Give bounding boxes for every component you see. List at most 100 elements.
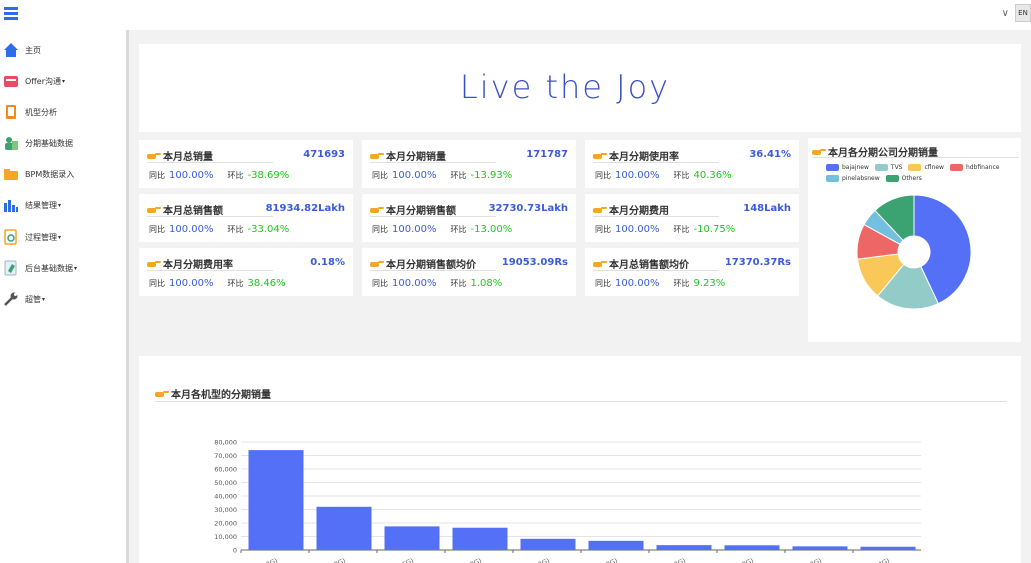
sidebar-item-2[interactable]: 机型分析: [0, 100, 126, 124]
bar[interactable]: [792, 546, 848, 550]
stat-card-comparison: 同比 100.00% 环比 1.08%: [372, 278, 502, 289]
stat-card: 本月分期费用 148Lakh 同比 100.00% 环比 -10.75%: [585, 194, 799, 242]
search-doc-icon: [3, 229, 19, 245]
sidebar-item-3[interactable]: 分期基础数据: [0, 131, 126, 155]
stat-card-title: 本月分期费用率: [147, 256, 233, 271]
wrench-icon: [3, 291, 19, 307]
stat-card-comparison: 同比 100.00% 环比 -10.75%: [595, 224, 735, 235]
mom-value: 9.23%: [693, 278, 726, 289]
sidebar-item-1[interactable]: Offer沟通 ▾: [0, 69, 126, 93]
sidebar-item-label: Offer沟通: [25, 76, 62, 86]
mom-label: 环比: [227, 225, 244, 234]
pie-chart: [856, 194, 972, 310]
y-tick-label: 50,000: [214, 479, 237, 487]
stat-card: 本月总销量 471693 同比 100.00% 环比 -38.69%: [139, 140, 353, 188]
language-switch[interactable]: EN: [1015, 4, 1031, 22]
yoy-label: 同比: [595, 279, 611, 288]
bar[interactable]: [452, 527, 508, 550]
stat-card-title: 本月分期费用: [593, 202, 669, 217]
stat-card-title-text: 本月分期使用率: [609, 152, 679, 163]
yoy-value: 100.00%: [615, 278, 660, 289]
divider: [370, 162, 496, 163]
stat-card-title-text: 本月总销售额: [163, 206, 223, 217]
bar[interactable]: [248, 450, 304, 550]
x-tick-label: 128G): [597, 557, 618, 563]
stat-card-title: 本月分期销量: [370, 148, 446, 163]
x-tick-label: 256G): [393, 557, 414, 563]
yoy-label: 同比: [372, 225, 388, 234]
bar-chart-icon: [3, 197, 19, 213]
mom-label: 环比: [227, 279, 244, 288]
stat-card: 本月总销售额 81934.82Lakh 同比 100.00% 环比 -33.04…: [139, 194, 353, 242]
x-tick-label: 128G): [529, 557, 550, 563]
mom-value: 38.46%: [247, 278, 286, 289]
stat-card-comparison: 同比 100.00% 环比 -33.04%: [149, 224, 289, 235]
divider: [370, 270, 496, 271]
stat-card-title: 本月分期销售额均价: [370, 256, 476, 271]
sidebar-item-5[interactable]: 结果管理 ▾: [0, 193, 126, 217]
sidebar-item-label: 主页: [25, 45, 41, 55]
y-tick-label: 30,000: [214, 506, 237, 514]
pointing-hand-icon: [593, 260, 607, 268]
pointing-hand-icon: [370, 152, 384, 160]
sidebar: 主页 Offer沟通 ▾ 机型分析 分期基础数据 BPM数据录入 结果管理 ▾ 过程管理 ▾ 后台基…: [0, 30, 126, 563]
x-tick-label: 128G): [801, 557, 822, 563]
caret-down-icon: ▾: [58, 201, 62, 209]
bar[interactable]: [724, 545, 780, 550]
yoy-label: 同比: [372, 279, 388, 288]
bar[interactable]: [384, 526, 440, 550]
stat-card-value: 148Lakh: [743, 203, 791, 214]
pointing-hand-icon: [147, 206, 161, 214]
sidebar-item-label: 后台基础数据: [25, 263, 73, 273]
caret-down-icon: ▾: [42, 295, 46, 303]
sidebar-divider: [126, 30, 129, 563]
divider: [593, 216, 719, 217]
stat-card-title: 本月总销售额均价: [593, 256, 689, 271]
sidebar-item-4[interactable]: BPM数据录入: [0, 162, 126, 186]
sidebar-item-7[interactable]: 后台基础数据 ▾: [0, 256, 126, 280]
y-tick-label: 80,000: [214, 439, 237, 447]
stat-card-value: 36.41%: [749, 149, 791, 160]
mom-label: 环比: [227, 171, 244, 180]
yoy-value: 100.00%: [169, 224, 214, 235]
bar[interactable]: [316, 506, 372, 550]
yoy-value: 100.00%: [392, 224, 437, 235]
divider: [370, 216, 496, 217]
pointing-hand-icon: [370, 260, 384, 268]
yoy-label: 同比: [149, 225, 165, 234]
sidebar-item-label: BPM数据录入: [25, 169, 75, 179]
x-tick-label: 64G): [873, 557, 891, 563]
banner: Live the Joy: [139, 44, 1021, 132]
chevron-down-icon[interactable]: ∨: [1002, 8, 1009, 19]
bar[interactable]: [860, 546, 916, 550]
stat-card-title-text: 本月分期费用率: [163, 260, 233, 271]
caret-down-icon: ▾: [74, 264, 78, 272]
x-tick-label: 128G): [665, 557, 686, 563]
x-tick-label: 128G): [733, 557, 754, 563]
sidebar-item-8[interactable]: 超管 ▾: [0, 287, 126, 311]
mom-label: 环比: [673, 225, 690, 234]
y-tick-label: 70,000: [214, 452, 237, 460]
stat-card-title: 本月总销售额: [147, 202, 223, 217]
stat-card-value: 32730.73Lakh: [488, 203, 568, 214]
stat-card-title-text: 本月分期费用: [609, 206, 669, 217]
pointing-hand-icon: [370, 206, 384, 214]
stat-card: 本月总销售额均价 17370.37Rs 同比 100.00% 环比 9.23%: [585, 248, 799, 296]
bar[interactable]: [656, 545, 712, 550]
sidebar-item-0[interactable]: 主页: [0, 38, 126, 62]
bar[interactable]: [588, 540, 644, 550]
pie-panel: 本月各分期公司分期销量 bajajnew TVS cflnew hdbfinance p…: [808, 138, 1021, 342]
user-data-icon: [3, 135, 19, 151]
yoy-value: 100.00%: [392, 170, 437, 181]
stat-card-value: 171787: [526, 149, 568, 160]
stat-card-title: 本月分期销售额: [370, 202, 456, 217]
bar[interactable]: [520, 538, 576, 550]
stat-card-value: 19053.09Rs: [501, 257, 568, 268]
mom-value: -33.04%: [247, 224, 290, 235]
menu-toggle-icon[interactable]: [4, 7, 18, 20]
yoy-value: 100.00%: [169, 170, 214, 181]
mom-label: 环比: [450, 279, 467, 288]
sidebar-item-6[interactable]: 过程管理 ▾: [0, 225, 126, 249]
stat-card-value: 81934.82Lakh: [265, 203, 345, 214]
yoy-label: 同比: [149, 279, 165, 288]
